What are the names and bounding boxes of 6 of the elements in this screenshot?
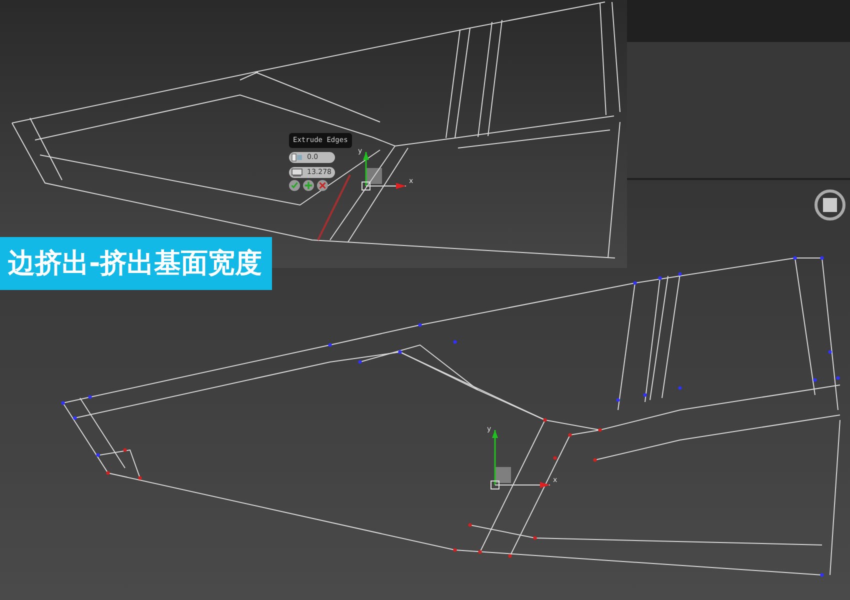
transform-gizmo[interactable]	[490, 430, 550, 490]
caption-banner: 边挤出-挤出基面宽度	[0, 237, 272, 290]
height-icon	[291, 153, 303, 162]
width-icon	[291, 168, 303, 177]
viewcube-icon[interactable]	[814, 190, 846, 220]
transform-gizmo[interactable]	[362, 152, 406, 190]
